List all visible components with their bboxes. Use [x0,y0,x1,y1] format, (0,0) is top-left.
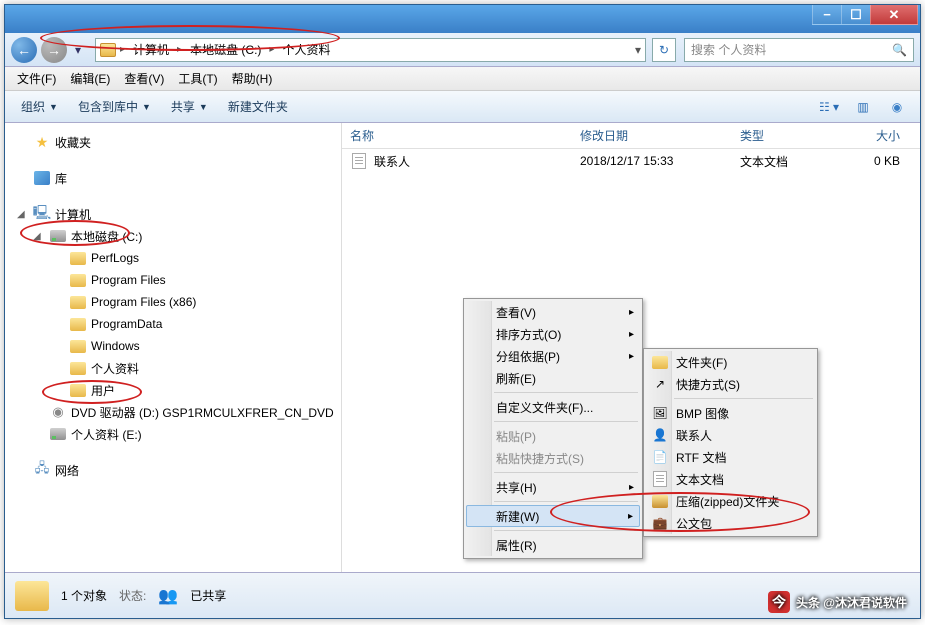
chevron-right-icon[interactable]: ▸ [120,44,125,55]
nav-tree: ★收藏夹 库 ◢🖳计算机 ◢本地磁盘 (C:) PerfLogs Program… [5,123,342,572]
bmp-icon: 🖼 [652,405,668,421]
contact-icon: 👤 [652,427,668,443]
crumb-computer[interactable]: 计算机 [129,41,173,58]
menu-file[interactable]: 文件(F) [11,68,62,89]
ctx-paste: 粘贴(P) [466,425,640,447]
folder-icon [15,581,49,611]
ctx-new-bmp[interactable]: 🖼BMP 图像 [646,402,815,424]
status-objects: 1 个对象 [61,587,107,604]
tree-folder[interactable]: Program Files [5,269,341,291]
zip-icon [652,493,668,509]
maximize-button[interactable]: ☐ [841,5,871,25]
menu-tools[interactable]: 工具(T) [172,68,223,89]
preview-pane-button[interactable]: ▥ [850,96,876,118]
ctx-customize[interactable]: 自定义文件夹(F)... [466,396,640,418]
address-bar[interactable]: ▸ 计算机 ▸ 本地磁盘 (C:) ▸ 个人资料 ▾ [95,38,646,62]
briefcase-icon: 💼 [652,515,668,531]
col-date[interactable]: 修改日期 [580,127,740,144]
ctx-new-briefcase[interactable]: 💼公文包 [646,512,815,534]
ctx-refresh[interactable]: 刷新(E) [466,367,640,389]
tree-network[interactable]: 🖧网络 [5,459,341,481]
tree-folder[interactable]: 用户 [5,379,341,401]
menu-bar: 文件(F) 编辑(E) 查看(V) 工具(T) 帮助(H) [5,67,920,91]
view-options-button[interactable]: ☷ ▾ [816,96,842,118]
crumb-folder[interactable]: 个人资料 [278,41,334,58]
history-dropdown[interactable]: ▾ [71,40,85,60]
menu-edit[interactable]: 编辑(E) [64,68,116,89]
txt-icon [652,471,668,487]
tree-folder-current[interactable]: 个人资料 [5,357,341,379]
folder-icon [100,43,116,57]
ctx-new-folder[interactable]: 文件夹(F) [646,351,815,373]
ctx-new-txt[interactable]: 文本文档 [646,468,815,490]
col-type[interactable]: 类型 [740,127,840,144]
context-submenu-new: 文件夹(F) ↗快捷方式(S) 🖼BMP 图像 👤联系人 📄RTF 文档 文本文… [643,348,818,537]
close-button[interactable]: ✕ [870,5,918,25]
ctx-properties[interactable]: 属性(R) [466,534,640,556]
nav-bar: ← → ▾ ▸ 计算机 ▸ 本地磁盘 (C:) ▸ 个人资料 ▾ ↻ 搜索 个人… [5,33,920,67]
share-button[interactable]: 共享▼ [163,94,216,119]
back-button[interactable]: ← [11,37,37,63]
ctx-new[interactable]: 新建(W)▸ [466,505,640,527]
tree-folder[interactable]: ProgramData [5,313,341,335]
newfolder-button[interactable]: 新建文件夹 [220,94,296,119]
tree-favorites[interactable]: ★收藏夹 [5,131,341,153]
toolbar: 组织▼ 包含到库中▼ 共享▼ 新建文件夹 ☷ ▾ ▥ ◉ [5,91,920,123]
search-icon: 🔍 [892,43,907,57]
text-file-icon [350,152,368,170]
tree-drive-c[interactable]: ◢本地磁盘 (C:) [5,225,341,247]
refresh-button[interactable]: ↻ [652,38,676,62]
tree-dvd[interactable]: ◉DVD 驱动器 (D:) GSP1RMCULXFRER_CN_DVD [5,401,341,423]
ctx-paste-shortcut: 粘贴快捷方式(S) [466,447,640,469]
chevron-right-icon[interactable]: ▸ [269,44,274,55]
ctx-new-zip[interactable]: 压缩(zipped)文件夹 [646,490,815,512]
forward-button[interactable]: → [41,37,67,63]
logo-icon: 今 [768,591,790,613]
tree-folder[interactable]: Windows [5,335,341,357]
crumb-drive[interactable]: 本地磁盘 (C:) [186,41,265,58]
tree-folder[interactable]: Program Files (x86) [5,291,341,313]
titlebar: − ☐ ✕ [5,5,920,33]
address-dropdown[interactable]: ▾ [635,43,641,57]
include-button[interactable]: 包含到库中▼ [70,94,159,119]
tree-computer[interactable]: ◢🖳计算机 [5,203,341,225]
status-shared: 已共享 [190,587,226,604]
people-icon: 👥 [158,586,178,606]
ctx-group[interactable]: 分组依据(P)▸ [466,345,640,367]
search-input[interactable]: 搜索 个人资料 🔍 [684,38,914,62]
col-size[interactable]: 大小 [840,127,920,144]
search-placeholder: 搜索 个人资料 [691,41,766,58]
tree-libraries[interactable]: 库 [5,167,341,189]
file-row[interactable]: 联系人 2018/12/17 15:33 文本文档 0 KB [342,149,920,173]
watermark: 今 头条 @沐沐君说软件 [768,591,907,613]
menu-view[interactable]: 查看(V) [118,68,170,89]
minimize-button[interactable]: − [812,5,842,25]
rtf-icon: 📄 [652,449,668,465]
help-button[interactable]: ◉ [884,96,910,118]
ctx-view[interactable]: 查看(V)▸ [466,301,640,323]
context-menu: 查看(V)▸ 排序方式(O)▸ 分组依据(P)▸ 刷新(E) 自定义文件夹(F)… [463,298,643,559]
ctx-new-contact[interactable]: 👤联系人 [646,424,815,446]
status-state-label: 状态: [119,587,146,604]
menu-help[interactable]: 帮助(H) [226,68,279,89]
shortcut-icon: ↗ [652,376,668,392]
chevron-right-icon[interactable]: ▸ [177,44,182,55]
ctx-new-shortcut[interactable]: ↗快捷方式(S) [646,373,815,395]
tree-drive-e[interactable]: 个人资料 (E:) [5,423,341,445]
organize-button[interactable]: 组织▼ [13,94,66,119]
ctx-share[interactable]: 共享(H)▸ [466,476,640,498]
ctx-sort[interactable]: 排序方式(O)▸ [466,323,640,345]
tree-folder[interactable]: PerfLogs [5,247,341,269]
ctx-new-rtf[interactable]: 📄RTF 文档 [646,446,815,468]
col-name[interactable]: 名称 [350,127,580,144]
folder-icon [652,354,668,370]
column-headers: 名称 修改日期 类型 大小 [342,123,920,149]
